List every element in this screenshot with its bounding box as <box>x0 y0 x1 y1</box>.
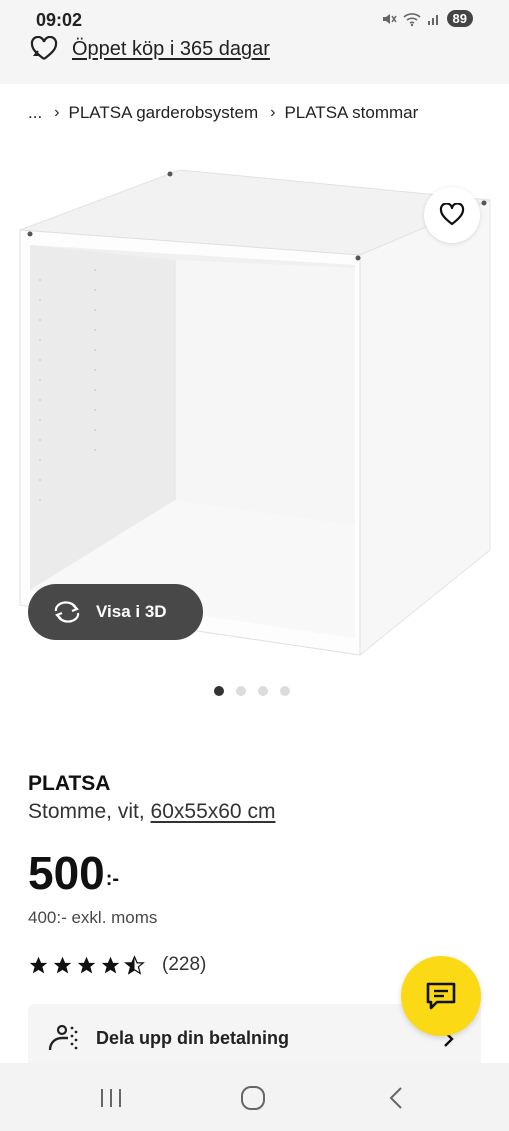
home-icon <box>241 1086 265 1110</box>
star-half-icon <box>124 954 145 975</box>
price-excl-vat: 400:- exkl. moms <box>28 908 158 927</box>
mute-icon <box>382 13 397 24</box>
star-full-icon <box>101 956 120 973</box>
heart-outline-icon <box>439 203 465 226</box>
back-icon <box>389 1087 402 1109</box>
breadcrumb: ... › PLATSA garderobsystem › PLATSA sto… <box>28 103 418 123</box>
product-type: Stomme, vit, <box>28 800 151 823</box>
split-payment-label: Dela upp din betalning <box>96 1028 289 1048</box>
recents-icon <box>101 1089 121 1107</box>
gallery-pagination <box>214 686 290 696</box>
price-suffix: :- <box>105 868 120 890</box>
gallery-dot[interactable] <box>236 686 246 696</box>
wifi-icon <box>402 12 421 26</box>
product-description: Stomme, vit, 60x55x60 cm <box>28 800 275 824</box>
chat-icon <box>426 982 456 1010</box>
star-full-icon <box>77 956 96 973</box>
battery-indicator: 89 <box>446 10 473 27</box>
chat-button[interactable] <box>401 956 481 1036</box>
rating[interactable]: (228) <box>28 954 206 976</box>
product-size-link[interactable]: 60x55x60 cm <box>151 800 276 823</box>
price-amount: 500 <box>28 847 105 899</box>
star-full-icon <box>53 956 72 973</box>
promo-link[interactable]: Öppet köp i 365 dagar <box>72 38 270 61</box>
signal-icon <box>427 14 438 25</box>
gallery-dot[interactable] <box>214 686 224 696</box>
view-3d-button[interactable]: Visa i 3D <box>28 584 203 640</box>
back-button[interactable] <box>376 1081 416 1115</box>
split-payment-icon <box>48 1024 78 1051</box>
gallery-dot[interactable] <box>280 686 290 696</box>
breadcrumb-ellipsis[interactable]: ... <box>28 103 42 123</box>
product-name: PLATSA <box>28 772 111 795</box>
home-button[interactable] <box>233 1081 273 1115</box>
star-full-icon <box>29 956 48 973</box>
top-bar: 09:02 89 Öppet köp i 365 dagar <box>0 0 509 84</box>
recents-button[interactable] <box>91 1081 131 1115</box>
breadcrumb-separator: › <box>54 104 60 121</box>
status-time: 09:02 <box>36 10 83 30</box>
breadcrumb-separator: › <box>270 104 276 121</box>
rotate-3d-icon <box>54 601 80 623</box>
view-3d-label: Visa i 3D <box>96 602 167 621</box>
status-icons: 89 <box>381 10 473 27</box>
breadcrumb-item-stommar[interactable]: PLATSA stommar <box>284 103 418 123</box>
promo-banner[interactable]: Öppet köp i 365 dagar <box>30 36 270 62</box>
favorite-button[interactable] <box>424 187 480 243</box>
system-nav-bar <box>0 1063 509 1131</box>
product-price: 500 :- <box>28 846 119 900</box>
rating-count: (228) <box>162 954 207 975</box>
gallery-dot[interactable] <box>258 686 268 696</box>
breadcrumb-item-garderobsystem[interactable]: PLATSA garderobsystem <box>69 103 259 123</box>
heart-return-icon <box>30 36 58 60</box>
